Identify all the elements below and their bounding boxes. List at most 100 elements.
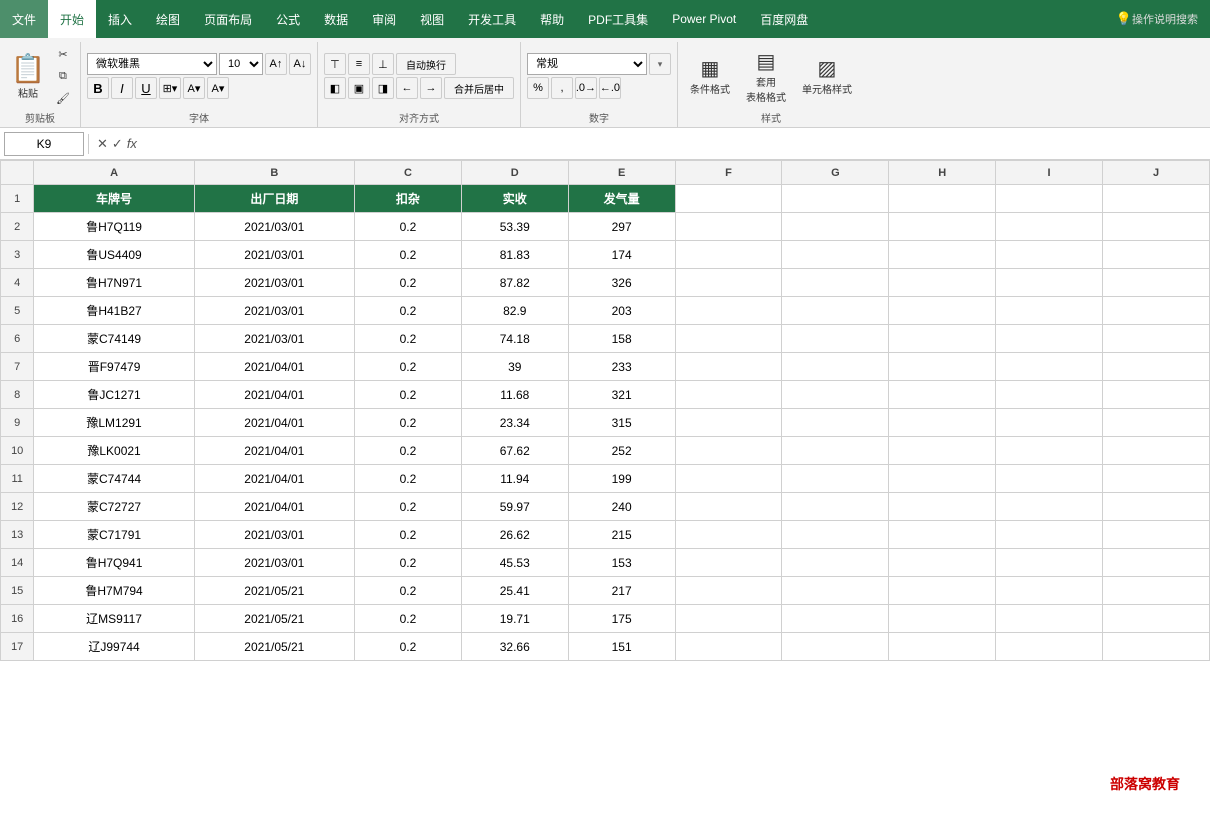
increase-font-button[interactable]: A↑ — [265, 53, 287, 75]
cell-empty-1-2[interactable] — [889, 185, 996, 213]
menu-pagelayout[interactable]: 页面布局 — [192, 0, 264, 38]
cell-B7[interactable]: 2021/04/01 — [194, 353, 354, 381]
cell-empty-13-4[interactable] — [1103, 521, 1210, 549]
cell-E2[interactable]: 297 — [568, 213, 675, 241]
menu-devtools[interactable]: 开发工具 — [456, 0, 528, 38]
decrease-decimal-button[interactable]: ←.0 — [599, 77, 621, 99]
cell-D12[interactable]: 59.97 — [461, 493, 568, 521]
table-format-button[interactable]: ▤ 套用 表格格式 — [740, 46, 792, 106]
cell-empty-12-0[interactable] — [675, 493, 782, 521]
copy-button[interactable]: ⧉ — [52, 66, 74, 86]
cell-A2[interactable]: 鲁H7Q119 — [34, 213, 194, 241]
cell-empty-11-2[interactable] — [889, 465, 996, 493]
col-header-c[interactable]: C — [354, 161, 461, 185]
cell-empty-14-2[interactable] — [889, 549, 996, 577]
font-size-select[interactable]: 10 — [219, 53, 263, 75]
cell-empty-1-4[interactable] — [1103, 185, 1210, 213]
cell-empty-16-0[interactable] — [675, 605, 782, 633]
align-top-button[interactable]: ⊤ — [324, 53, 346, 75]
cell-A7[interactable]: 晋F97479 — [34, 353, 194, 381]
number-format-expand[interactable]: ▾ — [649, 53, 671, 75]
cell-empty-6-4[interactable] — [1103, 325, 1210, 353]
cell-C13[interactable]: 0.2 — [354, 521, 461, 549]
cell-C7[interactable]: 0.2 — [354, 353, 461, 381]
formula-input[interactable] — [145, 132, 1206, 156]
cell-empty-2-4[interactable] — [1103, 213, 1210, 241]
cell-C4[interactable]: 0.2 — [354, 269, 461, 297]
cell-empty-4-3[interactable] — [996, 269, 1103, 297]
cell-empty-2-0[interactable] — [675, 213, 782, 241]
cell-E1[interactable]: 发气量 — [568, 185, 675, 213]
cell-A16[interactable]: 辽MS9117 — [34, 605, 194, 633]
align-right-button[interactable]: ◨ — [372, 77, 394, 99]
cell-empty-5-4[interactable] — [1103, 297, 1210, 325]
menu-formula[interactable]: 公式 — [264, 0, 312, 38]
cell-D4[interactable]: 87.82 — [461, 269, 568, 297]
cell-empty-13-2[interactable] — [889, 521, 996, 549]
cell-A5[interactable]: 鲁H41B27 — [34, 297, 194, 325]
cell-E7[interactable]: 233 — [568, 353, 675, 381]
cell-empty-3-0[interactable] — [675, 241, 782, 269]
cell-B16[interactable]: 2021/05/21 — [194, 605, 354, 633]
cell-empty-6-3[interactable] — [996, 325, 1103, 353]
cut-button[interactable]: ✂ — [52, 44, 74, 64]
align-center-button[interactable]: ▣ — [348, 77, 370, 99]
cell-empty-10-3[interactable] — [996, 437, 1103, 465]
cell-empty-14-0[interactable] — [675, 549, 782, 577]
cell-empty-11-4[interactable] — [1103, 465, 1210, 493]
cell-empty-7-4[interactable] — [1103, 353, 1210, 381]
col-header-i[interactable]: I — [996, 161, 1103, 185]
cell-A17[interactable]: 辽J99744 — [34, 633, 194, 661]
comma-button[interactable]: , — [551, 77, 573, 99]
cell-empty-15-0[interactable] — [675, 577, 782, 605]
cell-empty-2-1[interactable] — [782, 213, 889, 241]
cell-C15[interactable]: 0.2 — [354, 577, 461, 605]
col-header-b[interactable]: B — [194, 161, 354, 185]
cell-B13[interactable]: 2021/03/01 — [194, 521, 354, 549]
col-header-h[interactable]: H — [889, 161, 996, 185]
cell-A8[interactable]: 鲁JC1271 — [34, 381, 194, 409]
font-family-select[interactable]: 微软雅黑 — [87, 53, 217, 75]
conditional-format-button[interactable]: ▦ 条件格式 — [684, 46, 736, 106]
cell-empty-5-0[interactable] — [675, 297, 782, 325]
menu-help[interactable]: 帮助 — [528, 0, 576, 38]
cell-B17[interactable]: 2021/05/21 — [194, 633, 354, 661]
cell-A1[interactable]: 车牌号 — [34, 185, 194, 213]
cell-empty-5-1[interactable] — [782, 297, 889, 325]
cell-empty-3-2[interactable] — [889, 241, 996, 269]
cell-B5[interactable]: 2021/03/01 — [194, 297, 354, 325]
cell-empty-16-2[interactable] — [889, 605, 996, 633]
cell-C10[interactable]: 0.2 — [354, 437, 461, 465]
cell-A14[interactable]: 鲁H7Q941 — [34, 549, 194, 577]
cell-empty-10-1[interactable] — [782, 437, 889, 465]
menu-powerpivot[interactable]: Power Pivot — [660, 0, 748, 38]
cell-empty-7-3[interactable] — [996, 353, 1103, 381]
cell-A3[interactable]: 鲁US4409 — [34, 241, 194, 269]
cell-C1[interactable]: 扣杂 — [354, 185, 461, 213]
cell-empty-1-0[interactable] — [675, 185, 782, 213]
cell-D17[interactable]: 32.66 — [461, 633, 568, 661]
cell-empty-9-2[interactable] — [889, 409, 996, 437]
cell-empty-12-1[interactable] — [782, 493, 889, 521]
align-bottom-button[interactable]: ⊥ — [372, 53, 394, 75]
cell-E4[interactable]: 326 — [568, 269, 675, 297]
cell-A4[interactable]: 鲁H7N971 — [34, 269, 194, 297]
cell-empty-11-0[interactable] — [675, 465, 782, 493]
cell-empty-12-2[interactable] — [889, 493, 996, 521]
align-middle-button[interactable]: ≡ — [348, 53, 370, 75]
cell-E10[interactable]: 252 — [568, 437, 675, 465]
cell-empty-13-0[interactable] — [675, 521, 782, 549]
cell-A12[interactable]: 蒙C72727 — [34, 493, 194, 521]
cell-B4[interactable]: 2021/03/01 — [194, 269, 354, 297]
cell-empty-2-2[interactable] — [889, 213, 996, 241]
col-header-j[interactable]: J — [1103, 161, 1210, 185]
cell-C17[interactable]: 0.2 — [354, 633, 461, 661]
cell-empty-17-1[interactable] — [782, 633, 889, 661]
cell-E5[interactable]: 203 — [568, 297, 675, 325]
cell-D7[interactable]: 39 — [461, 353, 568, 381]
col-header-a[interactable]: A — [34, 161, 194, 185]
indent-decrease-button[interactable]: ← — [396, 77, 418, 99]
cell-empty-10-0[interactable] — [675, 437, 782, 465]
cell-empty-16-3[interactable] — [996, 605, 1103, 633]
cell-empty-14-4[interactable] — [1103, 549, 1210, 577]
